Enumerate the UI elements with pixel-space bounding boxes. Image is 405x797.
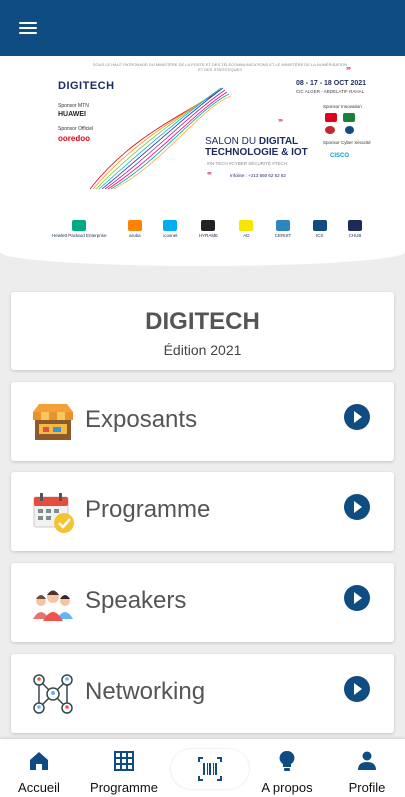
partner-logo: AD bbox=[239, 220, 254, 238]
event-title-card: DIGITECH Édition 2021 bbox=[11, 292, 394, 370]
event-edition: Édition 2021 bbox=[163, 342, 242, 358]
banner-sponsor-cyber-label: Sponsor Cyber Sécurité bbox=[323, 140, 371, 145]
partner-logo: aruba bbox=[127, 220, 142, 238]
menu-item-speakers[interactable]: Speakers bbox=[11, 563, 394, 642]
person-icon bbox=[358, 751, 376, 770]
banner-salon-title: SALON DU DIGITAL TECHNOLOGIE & IOT bbox=[205, 136, 308, 158]
banner-sponsor-logo-2 bbox=[343, 113, 355, 122]
partner-logo: icosnet bbox=[163, 220, 177, 238]
hamburger-menu-icon[interactable] bbox=[16, 16, 40, 40]
nav-label: Profile bbox=[348, 780, 386, 795]
chevron-right-circle-icon[interactable] bbox=[344, 494, 370, 520]
nav-item-programme[interactable]: Programme bbox=[88, 739, 160, 797]
banner-tags: #IN-TECH #CYBER SÉCURITÉ #TECH bbox=[207, 161, 288, 166]
banner-venue: CIC ALGER - ABDELATIF RAHAL bbox=[296, 89, 365, 94]
nav-label: Accueil bbox=[18, 780, 60, 795]
speakers-group-icon bbox=[33, 590, 73, 621]
app-bar bbox=[0, 0, 405, 56]
grid-icon bbox=[114, 751, 134, 771]
menu-item-exposants[interactable]: Exposants bbox=[11, 382, 394, 461]
lightbulb-icon bbox=[279, 750, 295, 771]
chevron-right-circle-icon[interactable] bbox=[344, 585, 370, 611]
menu-item-networking[interactable]: Networking bbox=[11, 654, 394, 733]
banner-sponsor-huawei: HUAWEI bbox=[58, 111, 86, 118]
banner-partners-row: Hewlett Packard Enterprise aruba icosnet… bbox=[52, 208, 362, 238]
banner-sponsor-logo-4 bbox=[345, 126, 354, 134]
chevron-right-circle-icon[interactable] bbox=[344, 404, 370, 430]
banner-sponsor-innovation-label: Sponsor Innovation bbox=[323, 104, 362, 109]
banner-sponsor-logo-1 bbox=[325, 113, 337, 122]
home-icon bbox=[30, 752, 48, 770]
banner-dates: 08 - 17 - 18 OCT 2021 bbox=[296, 80, 367, 87]
event-banner: SOUS LE HAUT PATRONAGE DU MINISTÈRE DE L… bbox=[0, 56, 405, 266]
nav-item-about[interactable]: A propos bbox=[254, 739, 320, 797]
network-people-icon bbox=[33, 674, 73, 714]
banner-phone: Infoline : +213 550 62 62 62 bbox=[230, 173, 286, 178]
banner-patronage-text: SOUS LE HAUT PATRONAGE DU MINISTÈRE DE L… bbox=[92, 62, 348, 72]
chevron-right-circle-icon[interactable] bbox=[344, 676, 370, 702]
partner-logo: CHUB bbox=[347, 220, 362, 238]
partner-logo: Hewlett Packard Enterprise bbox=[52, 220, 107, 238]
partner-logo: HYRAME bbox=[199, 220, 218, 238]
nav-label: A propos bbox=[261, 780, 313, 795]
nav-label: Programme bbox=[90, 780, 158, 795]
menu-item-label: Programme bbox=[85, 496, 211, 523]
barcode-scan-button[interactable] bbox=[171, 749, 249, 789]
partner-logo: CERIST bbox=[275, 220, 291, 238]
nav-item-profile[interactable]: Profile bbox=[338, 739, 396, 797]
calendar-check-icon bbox=[33, 493, 74, 533]
menu-item-label: Networking bbox=[85, 678, 206, 705]
menu-item-label: Exposants bbox=[85, 406, 198, 433]
nav-item-home[interactable]: Accueil bbox=[10, 739, 68, 797]
banner-sponsor-cisco: CISCO bbox=[330, 153, 350, 159]
banner-sponsor-logo-3 bbox=[325, 126, 335, 134]
event-title: DIGITECH bbox=[145, 308, 260, 335]
menu-item-label: Speakers bbox=[85, 587, 187, 614]
partner-logo: ICS bbox=[312, 220, 327, 238]
exhibitor-stand-icon bbox=[33, 404, 73, 440]
barcode-scan-icon bbox=[198, 757, 222, 781]
menu-item-programme[interactable]: Programme bbox=[11, 472, 394, 551]
